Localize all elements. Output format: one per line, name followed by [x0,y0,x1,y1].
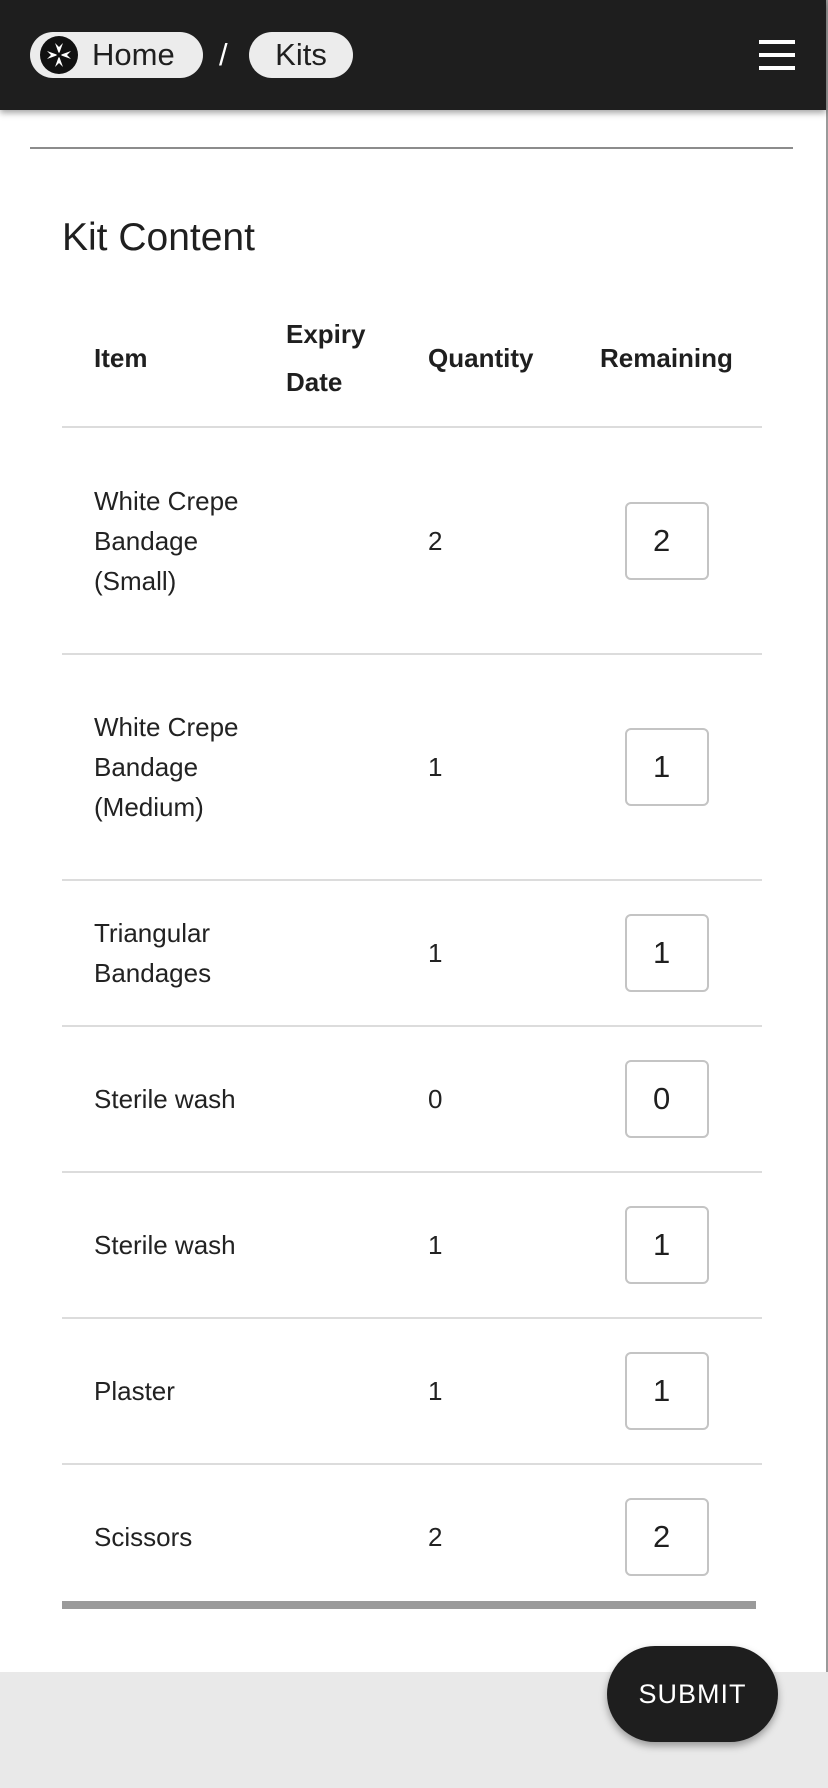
table-row: Triangular Bandages 1 [62,881,762,1027]
remaining-input[interactable] [625,1352,709,1430]
quantity-value: 0 [428,1084,443,1114]
table-row: Plaster 1 [62,1319,762,1465]
item-name: Plaster [94,1376,175,1406]
divider [30,147,793,149]
quantity-value: 1 [428,1376,443,1406]
table-row: Scissors 2 [62,1465,762,1609]
column-header-item: Item [94,343,148,373]
table-row: Sterile wash 1 [62,1173,762,1319]
st-john-cross-icon [40,36,78,74]
quantity-value: 2 [428,1522,443,1552]
submit-button[interactable]: SUBMIT [607,1646,778,1742]
remaining-input[interactable] [625,501,709,580]
kit-content-table: Item Expiry Date Quantity Remaining Whit… [62,290,762,1609]
remaining-input[interactable] [625,1498,709,1576]
table-row: White Crepe Bandage (Medium) 1 [62,655,762,881]
horizontal-scrollbar[interactable] [62,1601,756,1609]
column-header-quantity: Quantity [428,343,534,373]
column-header-remaining: Remaining [600,343,733,373]
hamburger-menu-icon[interactable] [757,38,797,72]
item-name: Scissors [94,1522,193,1552]
quantity-value: 2 [428,525,443,556]
column-header-expiry-line2: Date [286,367,343,397]
remaining-input[interactable] [625,728,709,806]
remaining-input[interactable] [625,1060,709,1138]
table-header: Item Expiry Date Quantity Remaining [62,290,762,428]
breadcrumb-kits-label: Kits [275,37,327,72]
quantity-value: 1 [428,1230,443,1260]
item-name: Sterile wash [94,1084,236,1114]
item-name: Triangular Bandages [94,918,212,988]
item-name: White Crepe Bandage (Small) [94,485,239,596]
table-row: Sterile wash 0 [62,1027,762,1173]
page-title: Kit Content [62,216,255,259]
app-bar: Home / Kits [0,0,826,110]
table-row: White Crepe Bandage (Small) 2 [62,428,762,655]
item-name: White Crepe Bandage (Medium) [94,712,239,822]
quantity-value: 1 [428,752,443,782]
breadcrumb-kits[interactable]: Kits [249,32,353,78]
remaining-input[interactable] [625,1206,709,1284]
quantity-value: 1 [428,938,443,968]
main-content: Kit Content Item Expiry Date Quantity Re… [0,0,828,1672]
breadcrumb-home-label: Home [92,37,175,72]
breadcrumb-separator: / [219,37,228,72]
item-name: Sterile wash [94,1230,236,1260]
column-header-expiry-date: Expiry Date [286,310,366,406]
remaining-input[interactable] [625,914,709,992]
breadcrumb-home[interactable]: Home [30,32,203,78]
column-header-expiry-line1: Expiry [286,319,366,349]
